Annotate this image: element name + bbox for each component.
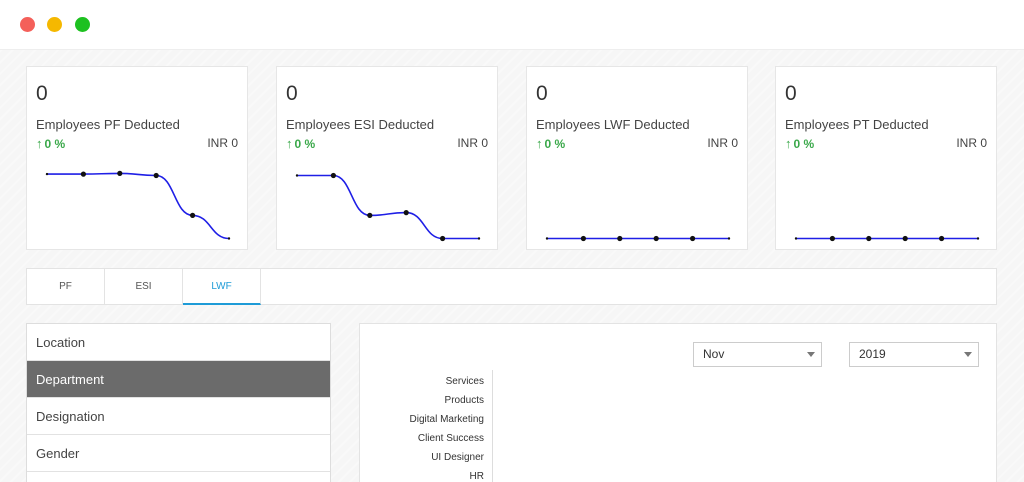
tab-pf[interactable]: PF — [27, 269, 105, 305]
sparkline-point — [727, 237, 731, 240]
pt-card-title: Employees PT Deducted — [785, 117, 929, 132]
pf-count: 0 — [36, 82, 48, 105]
esi-sparkline — [295, 172, 481, 242]
sparkline-point — [440, 235, 446, 242]
chart-category-labels: Services Products Digital Marketing Clie… — [360, 372, 484, 482]
sparkline-point — [330, 172, 336, 179]
pf-stat-card: 0 Employees PF Deducted ↑ 0 % INR 0 — [26, 66, 248, 250]
esi-count: 0 — [286, 82, 298, 105]
sparkline-point — [227, 237, 231, 240]
pf-card-title: Employees PF Deducted — [36, 117, 180, 132]
category-label: Services — [445, 376, 484, 387]
sparkline-point — [690, 235, 696, 242]
lwf-trend-value: 0 % — [544, 137, 566, 151]
lwf-count: 0 — [536, 82, 548, 105]
sparkline-point — [976, 237, 980, 240]
filter-location[interactable]: Location — [27, 324, 330, 361]
sparkline-point — [794, 237, 798, 240]
pt-sparkline — [794, 235, 980, 242]
window-titlebar — [0, 0, 1024, 50]
filter-gender[interactable]: Gender — [27, 435, 330, 472]
sparkline-point — [477, 237, 481, 240]
sparkline-point — [45, 172, 49, 176]
pf-trend: ↑ 0 % — [36, 136, 65, 151]
category-label: HR — [469, 471, 484, 482]
department-chart-panel: Nov 2019 Services Products Digital Marke… — [359, 323, 997, 482]
esi-amount: INR 0 — [457, 136, 488, 150]
pt-stat-card: 0 Employees PT Deducted ↑ 0 % INR 0 — [775, 66, 997, 250]
filter-designation[interactable]: Designation — [27, 398, 330, 435]
close-window-button[interactable] — [20, 17, 35, 32]
esi-stat-card: 0 Employees ESI Deducted ↑ 0 % INR 0 — [276, 66, 498, 250]
tab-lwf[interactable]: LWF — [183, 269, 261, 305]
sparkline-point — [403, 210, 409, 216]
pt-trend-value: 0 % — [793, 137, 815, 151]
arrow-up-icon: ↑ — [536, 136, 543, 151]
year-select-value: 2019 — [859, 347, 886, 361]
arrow-up-icon: ↑ — [286, 136, 293, 151]
sparkline-point — [939, 235, 945, 242]
sparkline-point — [617, 235, 623, 242]
sparkline-point — [902, 235, 908, 242]
lwf-sparkline — [545, 235, 731, 242]
maximize-window-button[interactable] — [75, 17, 90, 32]
sparkline-point — [117, 170, 123, 176]
year-select[interactable]: 2019 — [849, 342, 979, 367]
sparkline-point — [653, 235, 659, 242]
group-by-list: Location Department Designation Gender — [26, 323, 331, 482]
month-select-value: Nov — [703, 347, 725, 361]
sparkline-point — [545, 237, 549, 240]
pf-trend-value: 0 % — [44, 137, 66, 151]
esi-trend: ↑ 0 % — [286, 136, 315, 151]
pt-trend: ↑ 0 % — [785, 136, 814, 151]
sparkline-path — [297, 174, 479, 240]
sparkline-point — [153, 172, 159, 179]
pf-amount: INR 0 — [207, 136, 238, 150]
sparkline-path — [47, 172, 230, 240]
lwf-card-title: Employees LWF Deducted — [536, 117, 690, 132]
pt-amount: INR 0 — [956, 136, 987, 150]
chevron-down-icon — [807, 352, 815, 357]
sparkline-point — [866, 235, 872, 242]
chevron-down-icon — [964, 352, 972, 357]
sparkline-point — [367, 212, 373, 218]
lwf-stat-card: 0 Employees LWF Deducted ↑ 0 % INR 0 — [526, 66, 748, 250]
filter-department[interactable]: Department — [27, 361, 330, 398]
esi-trend-value: 0 % — [294, 137, 316, 151]
sparkline-point — [190, 212, 196, 218]
category-label: Digital Marketing — [409, 414, 484, 425]
category-label: Products — [444, 395, 484, 406]
minimize-window-button[interactable] — [47, 17, 62, 32]
lwf-trend: ↑ 0 % — [536, 136, 565, 151]
month-select[interactable]: Nov — [693, 342, 822, 367]
deduction-tabs: PF ESI LWF — [26, 268, 997, 305]
tab-esi[interactable]: ESI — [105, 269, 183, 305]
sparkline-point — [829, 235, 835, 242]
category-label: Client Success — [417, 433, 484, 444]
pt-count: 0 — [785, 82, 797, 105]
arrow-up-icon: ↑ — [36, 136, 43, 151]
sparkline-point — [295, 174, 299, 177]
sparkline-point — [580, 235, 586, 242]
pf-sparkline — [45, 170, 231, 240]
sparkline-point — [80, 171, 86, 177]
arrow-up-icon: ↑ — [785, 136, 792, 151]
esi-card-title: Employees ESI Deducted — [286, 117, 435, 132]
category-label: UI Designer — [431, 452, 484, 463]
lwf-amount: INR 0 — [707, 136, 738, 150]
chart-y-axis — [492, 370, 493, 482]
